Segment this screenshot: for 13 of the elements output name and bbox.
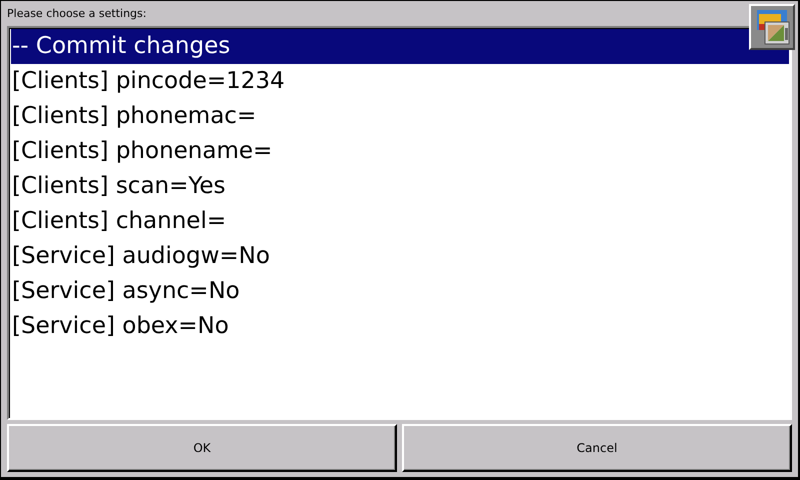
list-item[interactable]: [Service] obex=No [11, 309, 789, 344]
cancel-button[interactable]: Cancel [402, 424, 792, 472]
list-item[interactable]: [Clients] channel= [11, 204, 789, 239]
list-item[interactable]: [Service] audiogw=No [11, 239, 789, 274]
list-item[interactable]: [Service] async=No [11, 274, 789, 309]
list-item[interactable]: [Clients] scan=Yes [11, 169, 789, 204]
list-item[interactable]: [Clients] pincode=1234 [11, 64, 789, 99]
pictures-icon[interactable] [749, 4, 795, 50]
ok-button[interactable]: OK [7, 424, 397, 472]
list-item[interactable]: -- Commit changes [11, 29, 789, 64]
prompt-text: Please choose a settings: [6, 6, 148, 22]
list-item[interactable]: [Clients] phonename= [11, 134, 789, 169]
list-item[interactable]: [Clients] phonemac= [11, 99, 789, 134]
